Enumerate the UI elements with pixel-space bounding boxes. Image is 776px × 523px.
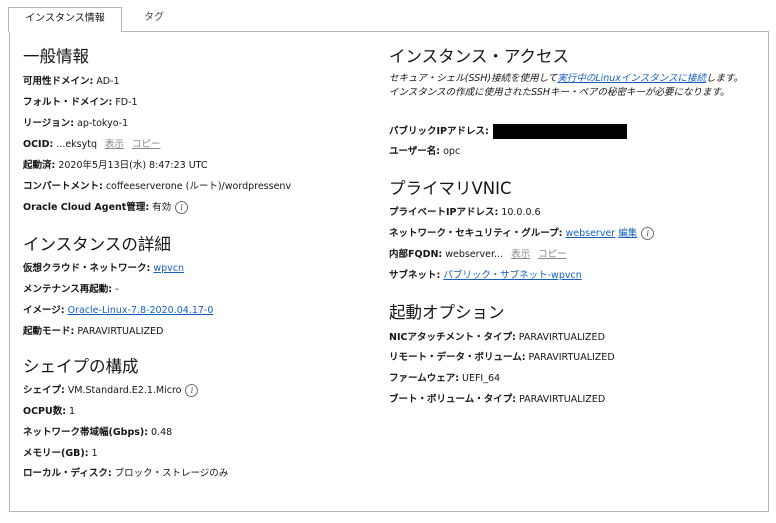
connect-instance-link[interactable]: 実行中のLinuxインスタンスに接続 [557, 73, 706, 84]
ocpu-row: OCPU数: 1 [23, 406, 76, 417]
vcn-link[interactable]: wpvcn [153, 262, 184, 275]
public-ip-row: パブリックIPアドレス: [389, 124, 627, 139]
primary-vnic-heading: プライマリVNIC [389, 179, 512, 198]
shape-config-heading: シェイプの構成 [23, 357, 139, 376]
subnet-row: サブネット: パブリック・サブネット-wpvcn [389, 269, 582, 282]
instance-access-heading: インスタンス・アクセス [389, 47, 570, 66]
redacted-ip [492, 124, 627, 139]
info-icon[interactable]: i [641, 227, 655, 240]
general-info-heading: 一般情報 [23, 47, 89, 66]
remote-data-volume-row: リモート・データ・ボリューム: PARAVIRTUALIZED [389, 352, 615, 363]
firmware-row: ファームウェア: UEFI_64 [389, 373, 501, 384]
tab-instance-info[interactable]: インスタンス情報 [8, 7, 122, 32]
ocid-show-link[interactable]: 表示 [105, 138, 124, 151]
local-disk-row: ローカル・ディスク: ブロック・ストレージのみ [23, 468, 229, 479]
private-ip-row: プライベートIPアドレス: 10.0.0.6 [389, 207, 541, 218]
vcn-row: 仮想クラウド・ネットワーク: wpvcn [23, 262, 184, 275]
network-bandwidth-row: ネットワーク帯域幅(Gbps): 0.48 [23, 427, 173, 438]
memory-row: メモリー(GB): 1 [23, 448, 98, 459]
instance-details-heading: インスタンスの詳細 [23, 235, 171, 254]
launched-row: 起動済: 2020年5月13日(水) 8:47:23 UTC [23, 160, 208, 171]
username-row: ユーザー名: opc [389, 146, 461, 157]
maintenance-reboot-row: メンテナンス再起動: - [23, 284, 119, 295]
info-icon[interactable]: i [175, 201, 189, 214]
image-row: イメージ: Oracle-Linux-7.8-2020.04.17-0 [23, 304, 214, 317]
ocid-copy-link[interactable]: コピー [132, 138, 161, 151]
nic-attachment-type-row: NICアタッチメント・タイプ: PARAVIRTUALIZED [389, 332, 605, 343]
instance-info-panel: 一般情報 可用性ドメイン: AD-1 フォルト・ドメイン: FD-1 リージョン… [9, 31, 769, 512]
boot-options-heading: 起動オプション [389, 303, 505, 322]
tab-tags[interactable]: タグ [132, 7, 176, 31]
launch-mode-row: 起動モード: PARAVIRTUALIZED [23, 326, 164, 337]
ocid-row: OCID: ...eksytq 表示 コピー [23, 138, 161, 151]
boot-volume-type-row: ブート・ボリューム・タイプ: PARAVIRTUALIZED [389, 394, 606, 405]
availability-domain-row: 可用性ドメイン: AD-1 [23, 76, 120, 87]
compartment-row: コンパートメント: coffeeserverone (ルート)/wordpres… [23, 181, 292, 192]
info-icon[interactable]: i [185, 384, 199, 397]
internal-fqdn-row: 内部FQDN: webserver... 表示 コピー [389, 248, 567, 261]
nsg-row: ネットワーク・セキュリティ・グループ: webserver 編集 i [389, 227, 655, 240]
oracle-cloud-agent-row: Oracle Cloud Agent管理: 有効 i [23, 201, 189, 214]
fault-domain-row: フォルト・ドメイン: FD-1 [23, 97, 138, 108]
shape-row: シェイプ: VM.Standard.E2.1.Micro i [23, 384, 199, 397]
region-row: リージョン: ap-tokyo-1 [23, 118, 129, 129]
image-link[interactable]: Oracle-Linux-7.8-2020.04.17-0 [68, 304, 214, 317]
ssh-description: セキュア・シェル(SSH)接続を使用して実行中のLinuxインスタンスに接続しま… [389, 73, 744, 98]
fqdn-show-link[interactable]: 表示 [511, 248, 530, 261]
fqdn-copy-link[interactable]: コピー [538, 248, 567, 261]
subnet-link[interactable]: パブリック・サブネット-wpvcn [443, 269, 581, 282]
nsg-link[interactable]: webserver [565, 227, 615, 240]
nsg-edit-link[interactable]: 編集 [618, 227, 637, 240]
